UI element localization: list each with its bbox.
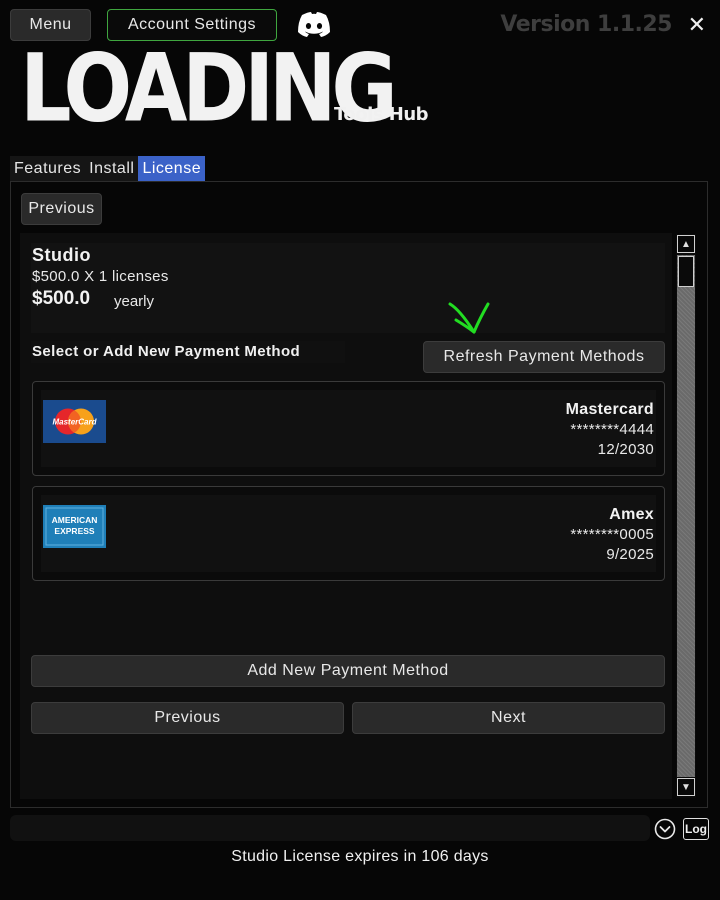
- log-icon[interactable]: Log: [683, 818, 709, 840]
- card-details: Mastercard ********4444 12/2030: [566, 400, 654, 460]
- plan-summary: [31, 243, 665, 333]
- scroll-down-icon[interactable]: ▼: [677, 778, 695, 796]
- plan-calculation: $500.0 X 1 licenses: [32, 268, 169, 285]
- mastercard-icon: MasterCard: [43, 400, 106, 443]
- tab-install[interactable]: Install: [85, 156, 139, 182]
- previous-button-top[interactable]: Previous: [21, 193, 102, 225]
- plan-period: yearly: [114, 293, 155, 310]
- next-button[interactable]: Next: [352, 702, 665, 734]
- amex-icon: AMERICAN EXPRESS: [43, 505, 106, 548]
- tab-features[interactable]: Features: [10, 156, 86, 182]
- plan-total: $500.0: [32, 288, 91, 309]
- add-payment-method-button[interactable]: Add New Payment Method: [31, 655, 665, 687]
- svg-text:MasterCard: MasterCard: [52, 418, 97, 427]
- card-brand: Mastercard: [565, 401, 654, 418]
- log-bar: [10, 815, 650, 841]
- expand-chevron-icon[interactable]: [654, 818, 676, 840]
- payment-card-mastercard[interactable]: MasterCard Mastercard ********4444 12/20…: [32, 381, 665, 476]
- annotation-arrow-icon: [448, 302, 490, 334]
- svg-text:AMERICAN: AMERICAN: [52, 515, 98, 525]
- refresh-payment-methods-button[interactable]: Refresh Payment Methods: [423, 341, 665, 373]
- card-body: [41, 390, 656, 467]
- scrollbar-thumb[interactable]: [678, 256, 694, 287]
- scrollbar-track[interactable]: [677, 255, 695, 777]
- scroll-up-icon[interactable]: ▲: [677, 235, 695, 253]
- version-label: Version 1.1.25: [500, 12, 672, 37]
- close-icon[interactable]: ✕: [688, 12, 706, 38]
- card-details: Amex ********0005 9/2025: [570, 505, 654, 565]
- app-subtitle: Tools Hub: [334, 104, 429, 125]
- card-number: ********0005: [570, 526, 654, 543]
- card-expiry: 12/2030: [597, 441, 654, 458]
- tab-license[interactable]: License: [138, 156, 206, 182]
- card-brand: Amex: [609, 506, 654, 523]
- card-body: [41, 495, 656, 572]
- license-expiry-status: Studio License expires in 106 days: [231, 848, 489, 865]
- payment-section-label: Select or Add New Payment Method: [31, 341, 345, 363]
- card-expiry: 9/2025: [606, 546, 654, 563]
- plan-name: Studio: [32, 245, 91, 265]
- svg-text:EXPRESS: EXPRESS: [54, 526, 94, 536]
- tab-bar: Features Install License: [10, 156, 206, 182]
- card-number: ********4444: [570, 421, 654, 438]
- previous-button-bottom[interactable]: Previous: [31, 702, 344, 734]
- payment-card-amex[interactable]: AMERICAN EXPRESS Amex ********0005 9/202…: [32, 486, 665, 581]
